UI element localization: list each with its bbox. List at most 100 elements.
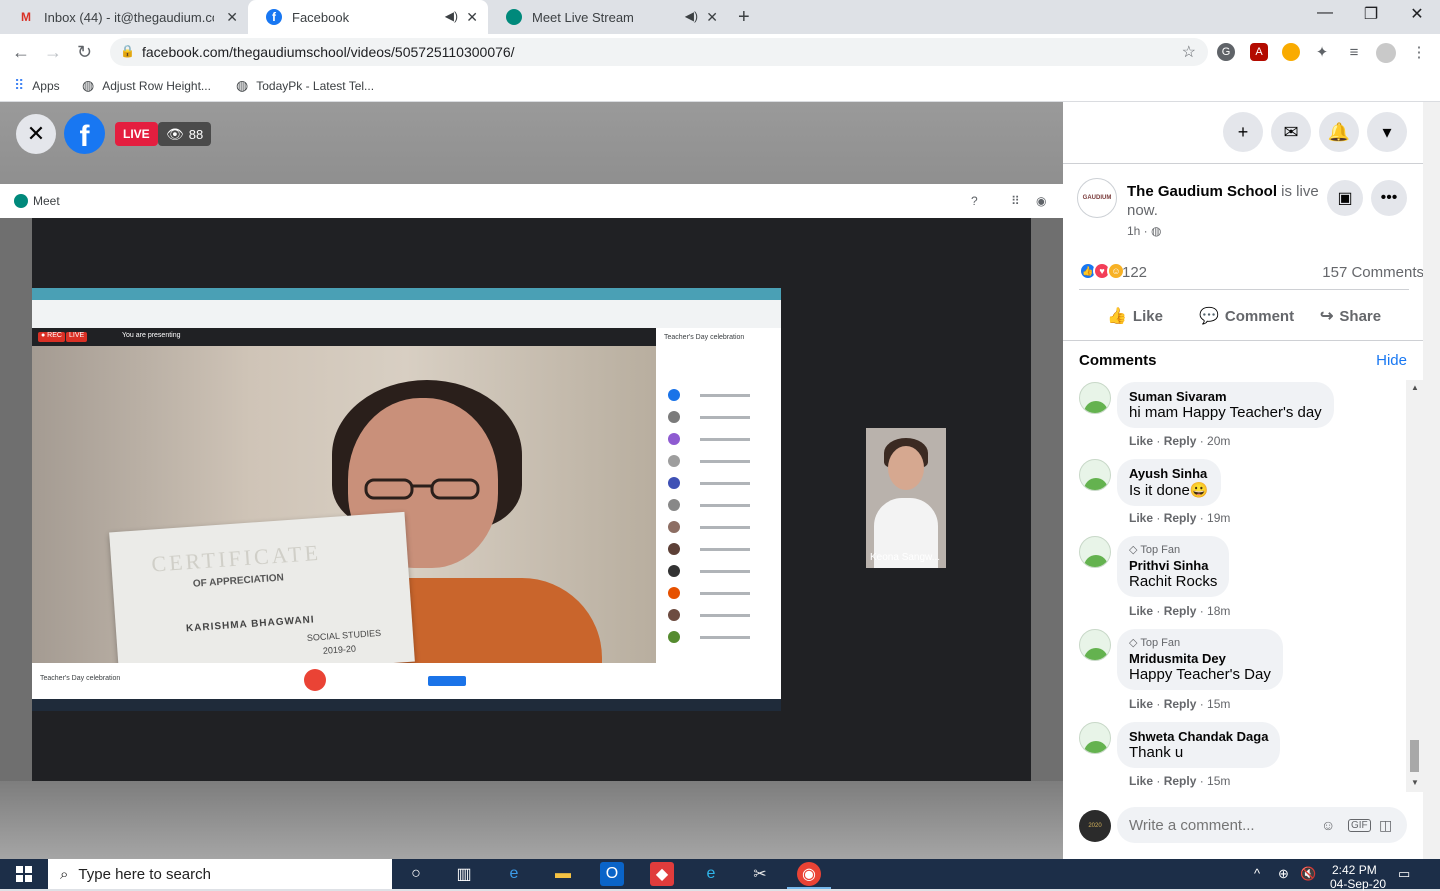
create-button[interactable]: + xyxy=(1223,112,1263,152)
facebook-logo-icon[interactable]: f xyxy=(64,113,105,154)
comment-like-link[interactable]: Like xyxy=(1129,511,1153,525)
messenger-icon[interactable]: ✉ xyxy=(1271,112,1311,152)
close-window-icon[interactable]: ✕ xyxy=(1394,4,1440,24)
comments-list[interactable]: Suman Sivaram hi mam Happy Teacher's day… xyxy=(1063,380,1406,792)
cortana-icon[interactable]: ○ xyxy=(404,862,428,886)
video-player[interactable]: ✕ f LIVE 👁 88 Meet ? ⠿ ◉ ● REC LIVE You … xyxy=(0,102,1063,859)
commenter-avatar[interactable] xyxy=(1079,459,1111,491)
chrome-icon[interactable]: ◉ xyxy=(797,862,821,886)
my-avatar[interactable]: 2020 xyxy=(1079,810,1111,842)
gif-icon[interactable]: GIF xyxy=(1348,819,1371,832)
share-button[interactable]: ↪ Share xyxy=(1320,306,1381,326)
menu-icon[interactable]: ⋮ xyxy=(1410,43,1428,61)
profile-avatar[interactable] xyxy=(1376,43,1396,63)
save-post-button[interactable]: ▣ xyxy=(1327,180,1363,216)
close-tab-icon[interactable]: ✕ xyxy=(466,9,478,26)
commenter-avatar[interactable] xyxy=(1079,382,1111,414)
like-button[interactable]: 👍 Like xyxy=(1107,306,1163,326)
close-video-button[interactable]: ✕ xyxy=(16,114,56,154)
anydesk-icon[interactable]: ◆ xyxy=(650,862,674,886)
meet-icon xyxy=(506,9,522,25)
comment-like-link[interactable]: Like xyxy=(1129,604,1153,618)
snipping-icon[interactable]: ✂ xyxy=(748,862,772,886)
reaction-icons[interactable]: 👍 ♥ ☺ xyxy=(1079,262,1125,280)
comment-reply-link[interactable]: Reply xyxy=(1164,434,1197,448)
pdf-icon[interactable]: A xyxy=(1250,43,1268,61)
page-scrollbar[interactable] xyxy=(1423,102,1440,859)
file-explorer-icon[interactable]: ▬ xyxy=(551,862,575,886)
forward-icon[interactable]: → xyxy=(44,42,62,63)
comment-like-link[interactable]: Like xyxy=(1129,697,1153,711)
outlook-icon[interactable]: O xyxy=(600,862,624,886)
comment-time[interactable]: 20m xyxy=(1207,434,1230,448)
page-name-link[interactable]: The Gaudium School xyxy=(1127,183,1277,200)
speaker-icon[interactable]: ◀) xyxy=(685,9,698,23)
commenter-name[interactable]: Mridusmita Dey xyxy=(1129,651,1271,666)
comment-reply-link[interactable]: Reply xyxy=(1164,604,1197,618)
commenter-avatar[interactable] xyxy=(1079,722,1111,754)
bookmark-todaypk[interactable]: ◍ TodayPk - Latest Tel... xyxy=(236,77,374,94)
maximize-icon[interactable]: ❐ xyxy=(1348,4,1394,24)
start-button[interactable] xyxy=(0,859,48,889)
volume-muted-icon[interactable]: 🔇 xyxy=(1300,866,1316,882)
commenter-name[interactable]: Prithvi Sinha xyxy=(1129,558,1217,573)
end-call-icon xyxy=(304,669,326,691)
close-tab-icon[interactable]: ✕ xyxy=(226,9,238,26)
commenter-name[interactable]: Ayush Sinha xyxy=(1129,466,1209,481)
tray-chevron-icon[interactable]: ^ xyxy=(1254,866,1260,881)
taskbar-search[interactable]: ⌕ Type here to search xyxy=(48,859,392,889)
close-tab-icon[interactable]: ✕ xyxy=(706,9,718,26)
address-bar[interactable]: 🔒 facebook.com/thegaudiumschool/videos/5… xyxy=(110,38,1208,66)
new-tab-button[interactable]: + xyxy=(738,6,750,29)
back-icon[interactable]: ← xyxy=(12,42,30,63)
comment-time[interactable]: 15m xyxy=(1207,774,1230,788)
comment-like-link[interactable]: Like xyxy=(1129,774,1153,788)
commenter-avatar[interactable] xyxy=(1079,536,1111,568)
commenter-name[interactable]: Suman Sivaram xyxy=(1129,389,1322,404)
extensions-icon[interactable]: ✦ xyxy=(1313,43,1331,61)
notification-center-icon[interactable]: ▭ xyxy=(1398,866,1410,882)
tab-facebook[interactable]: f Facebook ◀) ✕ xyxy=(248,0,488,34)
task-view-icon[interactable]: ▥ xyxy=(452,862,476,886)
media-control-icon[interactable]: ≡ xyxy=(1345,43,1363,61)
account-dropdown-icon[interactable]: ▾ xyxy=(1367,112,1407,152)
more-options-icon[interactable]: ••• xyxy=(1371,180,1407,216)
comment-count[interactable]: 157 Comments xyxy=(1322,264,1424,281)
comment-reply-link[interactable]: Reply xyxy=(1164,774,1197,788)
bookmark-star-icon[interactable]: ☆ xyxy=(1182,42,1196,62)
comment-button[interactable]: 💬 Comment xyxy=(1199,306,1294,326)
network-icon[interactable]: ⊕ xyxy=(1278,866,1289,882)
scroll-up-icon[interactable]: ▲ xyxy=(1411,383,1419,392)
reaction-count[interactable]: 122 xyxy=(1122,264,1147,281)
post-time[interactable]: 1h · ◍ xyxy=(1127,224,1162,238)
edge-icon[interactable]: e xyxy=(699,862,723,886)
scroll-down-icon[interactable]: ▼ xyxy=(1411,778,1419,787)
hide-comments-link[interactable]: Hide xyxy=(1376,352,1407,369)
commenter-avatar[interactable] xyxy=(1079,629,1111,661)
comment-time[interactable]: 15m xyxy=(1207,697,1230,711)
lock-icon[interactable]: 🔒 xyxy=(120,44,135,58)
speaker-icon[interactable]: ◀) xyxy=(445,9,458,23)
bookmark-adjust-row-height[interactable]: ◍ Adjust Row Height... xyxy=(82,77,211,94)
tab-meet[interactable]: Meet Live Stream ◀) ✕ xyxy=(488,0,728,34)
comment-reply-link[interactable]: Reply xyxy=(1164,697,1197,711)
emoji-icon[interactable]: ☺ xyxy=(1321,817,1335,833)
sticker-icon[interactable]: ◫ xyxy=(1379,817,1392,834)
scroll-thumb[interactable] xyxy=(1410,740,1419,772)
commenter-name[interactable]: Shweta Chandak Daga xyxy=(1129,729,1268,744)
comment-like-link[interactable]: Like xyxy=(1129,434,1153,448)
tab-gmail[interactable]: M Inbox (44) - it@thegaudium.com ✕ xyxy=(0,0,248,34)
comment-time[interactable]: 19m xyxy=(1207,511,1230,525)
page-avatar[interactable]: GAUDIUM xyxy=(1077,178,1117,218)
minimize-icon[interactable]: — xyxy=(1302,4,1348,22)
notifications-icon[interactable]: 🔔 xyxy=(1319,112,1359,152)
bulb-icon[interactable] xyxy=(1282,43,1300,61)
bookmark-apps[interactable]: ⠿ Apps xyxy=(14,77,60,94)
comments-scrollbar[interactable]: ▲ ▼ xyxy=(1406,380,1423,792)
ie-icon[interactable]: e xyxy=(502,862,526,886)
clock-time[interactable]: 2:42 PM xyxy=(1332,863,1377,877)
comment-time[interactable]: 18m xyxy=(1207,604,1230,618)
reload-icon[interactable]: ↻ xyxy=(77,42,92,63)
grammarly-icon[interactable]: G xyxy=(1217,43,1235,61)
comment-reply-link[interactable]: Reply xyxy=(1164,511,1197,525)
